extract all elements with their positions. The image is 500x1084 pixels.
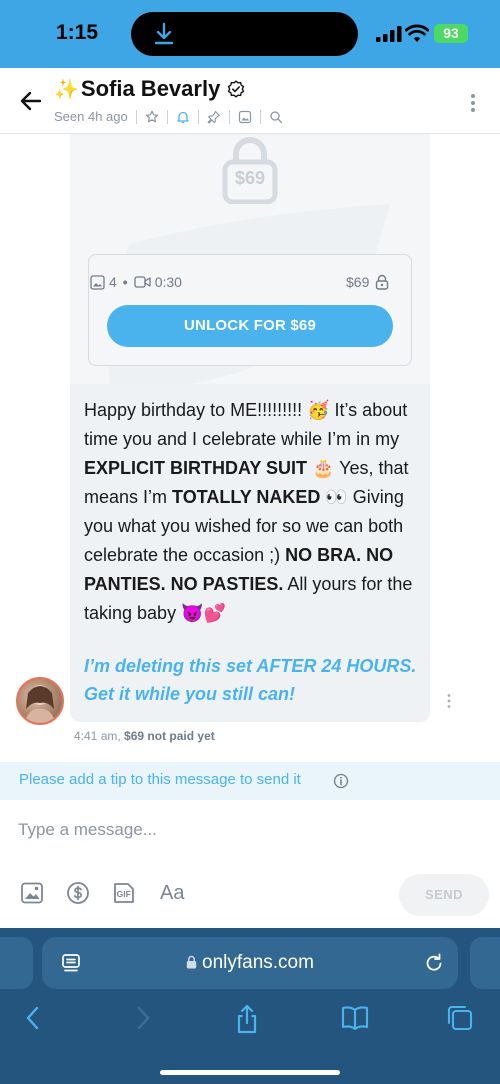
- message-meta: 4:41 am, $69 not paid yet: [74, 729, 215, 743]
- tip-notice-text[interactable]: Please add a tip to this message to send…: [19, 771, 301, 788]
- previous-tab-preview[interactable]: [0, 937, 33, 989]
- gif-icon[interactable]: GIF: [112, 881, 136, 905]
- unlock-button[interactable]: UNLOCK FOR $69: [107, 305, 393, 347]
- avatar[interactable]: [16, 677, 64, 725]
- photo-icon: [90, 274, 105, 290]
- message-text: Happy birthday to ME!!!!!!!!! 🥳 It’s abo…: [84, 396, 424, 628]
- bell-icon[interactable]: [176, 110, 190, 124]
- message-line: you what you wished for so we can both: [84, 516, 404, 536]
- next-tab-preview[interactable]: [470, 937, 500, 989]
- last-seen: Seen 4h ago: [54, 109, 128, 124]
- sparkle-emoji: ✨: [54, 78, 79, 101]
- back-arrow-icon[interactable]: [18, 88, 44, 114]
- contact-subtitle-row: Seen 4h ago: [54, 109, 283, 124]
- download-icon[interactable]: [151, 21, 177, 47]
- info-icon[interactable]: [333, 773, 349, 789]
- pin-icon[interactable]: [207, 110, 221, 124]
- url-display[interactable]: onlyfans.com: [42, 952, 458, 974]
- avatar-photo: [24, 685, 56, 723]
- payment-status: $69 not paid yet: [124, 729, 215, 743]
- browser-nav-row: [0, 1004, 500, 1034]
- message-options-icon[interactable]: [443, 693, 455, 709]
- message-line: means I’m TOTALLY NAKED 👀 Giving: [84, 487, 404, 507]
- search-icon[interactable]: [269, 110, 283, 124]
- message-time: 4:41 am,: [74, 729, 121, 743]
- photo-count: 4: [109, 274, 117, 290]
- tip-dollar-icon[interactable]: [66, 881, 90, 905]
- verified-icon: [228, 80, 245, 98]
- locked-price: $69: [234, 168, 266, 188]
- star-icon[interactable]: [145, 110, 159, 124]
- home-indicator: [160, 1070, 340, 1075]
- status-bar: 1:15 93: [0, 0, 500, 68]
- message-line: time you and I celebrate while I’m in my: [84, 429, 400, 449]
- message-input[interactable]: Type a message...: [18, 820, 478, 848]
- text-format-button[interactable]: Aa: [160, 882, 184, 905]
- message-line: PANTIES. NO PASTIES. All yours for the: [84, 574, 413, 594]
- url-text: onlyfans.com: [202, 952, 314, 973]
- gallery-icon[interactable]: [238, 110, 252, 124]
- chat-header: ✨ Sofia Bevarly Seen 4h ago: [0, 68, 500, 134]
- message-line: EXPLICIT BIRTHDAY SUIT 🎂 Yes, that: [84, 458, 409, 478]
- browser-toolbar: onlyfans.com: [0, 928, 500, 1084]
- forward-icon[interactable]: [132, 1004, 154, 1032]
- video-duration: 0:30: [154, 274, 182, 290]
- share-icon[interactable]: [234, 1004, 260, 1034]
- contact-name[interactable]: Sofia Bevarly: [81, 76, 220, 102]
- wifi-icon: [405, 24, 429, 42]
- stats-separator: •: [122, 274, 128, 290]
- secure-lock-icon: [186, 955, 197, 969]
- gif-label: GIF: [117, 889, 131, 899]
- media-stats: 4 • 0:30: [90, 274, 182, 290]
- address-bar[interactable]: onlyfans.com: [42, 937, 458, 989]
- card-price-row: $69: [346, 274, 389, 290]
- dynamic-island: [131, 12, 358, 56]
- card-price: $69: [346, 274, 370, 290]
- warning-line: I’m deleting this set AFTER 24 HOURS.: [84, 656, 417, 676]
- send-button[interactable]: SEND: [399, 874, 489, 916]
- locked-media-preview[interactable]: $69 4 • 0:30 $69 UNLOCK FOR $69: [70, 134, 430, 384]
- image-upload-icon[interactable]: [20, 881, 44, 905]
- tip-notice[interactable]: Please add a tip to this message to send…: [0, 762, 500, 800]
- contact-name-row[interactable]: ✨ Sofia Bevarly: [54, 76, 245, 102]
- small-lock-icon: [376, 274, 389, 290]
- status-time: 1:15: [56, 21, 99, 44]
- battery-indicator: 93: [434, 24, 468, 43]
- deletion-warning: I’m deleting this set AFTER 24 HOURS. Ge…: [84, 652, 424, 708]
- video-icon: [134, 276, 151, 288]
- reload-icon[interactable]: [423, 952, 445, 974]
- back-icon[interactable]: [22, 1004, 44, 1032]
- message-line: celebrate the occasion ;) NO BRA. NO: [84, 545, 394, 565]
- more-options-icon[interactable]: [463, 92, 483, 114]
- signal-icon: [376, 26, 402, 42]
- message-line: Happy birthday to ME!!!!!!!!! 🥳 It’s abo…: [84, 400, 408, 420]
- message-bubble: $69 4 • 0:30 $69 UNLOCK FOR $69 Happy bi…: [70, 134, 430, 722]
- warning-line: Get it while you still can!: [84, 684, 296, 704]
- message-line: taking baby 😈💕: [84, 603, 226, 623]
- composer-toolbar: GIF Aa: [20, 881, 184, 905]
- bookmarks-icon[interactable]: [340, 1004, 370, 1032]
- tabs-icon[interactable]: [446, 1004, 474, 1032]
